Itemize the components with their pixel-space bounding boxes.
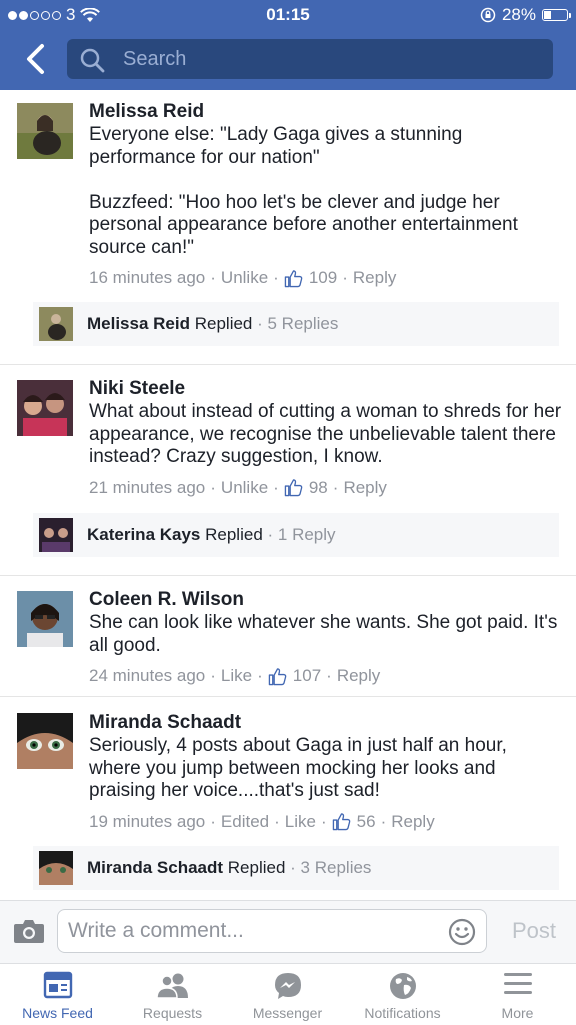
friend-requests-icon: [155, 973, 188, 999]
avatar[interactable]: [17, 103, 73, 159]
tab-notifications[interactable]: Notifications: [345, 964, 460, 1025]
bottom-tab-bar: News Feed Requests Messenger Notificatio…: [0, 963, 576, 1024]
divider: [0, 696, 576, 697]
menu-icon: [503, 973, 532, 994]
reply-avatar: [39, 307, 73, 341]
comment-author[interactable]: Miranda Schaadt: [89, 712, 562, 734]
edited-label[interactable]: Edited: [221, 812, 269, 832]
avatar[interactable]: [17, 591, 73, 647]
like-count[interactable]: 56: [357, 812, 376, 832]
battery-percent: 28%: [501, 5, 536, 24]
like-thumb-icon: [284, 269, 303, 287]
comment-text: Seriously, 4 posts about Gaga in just ha…: [89, 735, 507, 801]
comment-input-box[interactable]: [57, 909, 487, 953]
avatar[interactable]: [17, 713, 73, 769]
reply-author: Katerina Kays: [87, 525, 201, 544]
tab-label: News Feed: [22, 1005, 93, 1021]
reply-count: 5 Replies: [267, 314, 339, 333]
reply-summary-text: Katerina Kays Replied: [87, 525, 263, 545]
reply-summary-text: Melissa Reid Replied: [87, 314, 252, 334]
reply-action: Replied: [194, 314, 253, 333]
reply-avatar: [39, 851, 73, 885]
comment-timestamp: 24 minutes ago: [89, 666, 206, 685]
battery-status: 28%: [480, 5, 571, 25]
like-thumb-icon: [268, 667, 287, 685]
chevron-left-icon: [27, 44, 44, 74]
orientation-lock-icon: [480, 7, 496, 23]
post-button[interactable]: Post: [512, 918, 556, 944]
comment-input[interactable]: [68, 910, 438, 952]
like-link[interactable]: Like: [285, 812, 316, 832]
reply-link[interactable]: Reply: [353, 268, 396, 288]
status-bar: 3 01:15 28%: [0, 0, 576, 30]
replies-summary[interactable]: Melissa Reid Replied · 5 Replies: [33, 302, 559, 346]
top-header: 3 01:15 28%: [0, 0, 576, 90]
search-icon: [80, 48, 105, 73]
reply-avatar: [39, 518, 73, 552]
reply-link[interactable]: Reply: [391, 812, 434, 832]
reply-count-wrap: · 3 Replies: [285, 858, 372, 877]
comment-meta: 16 minutes ago · Unlike · 109 · Reply: [89, 268, 397, 288]
like-count[interactable]: 107: [293, 666, 321, 686]
comment-meta: 21 minutes ago · Unlike · 98 · Reply: [89, 477, 387, 498]
avatar[interactable]: [17, 380, 73, 436]
tab-label: Notifications: [364, 1005, 441, 1021]
tab-label: Requests: [142, 1005, 203, 1021]
divider: [0, 364, 576, 365]
reply-count: 1 Reply: [277, 525, 336, 544]
unlike-link[interactable]: Unlike: [221, 268, 268, 288]
tab-more[interactable]: More: [460, 964, 575, 1025]
like-count[interactable]: 109: [309, 268, 337, 288]
divider: [0, 575, 576, 576]
comment-timestamp: 19 minutes ago: [89, 811, 206, 831]
reply-count-wrap: · 5 Replies: [252, 314, 339, 333]
comment-timestamp: 16 minutes ago: [89, 268, 206, 287]
replies-summary[interactable]: Katerina Kays Replied · 1 Reply: [33, 513, 559, 557]
like-thumb-icon: [332, 813, 350, 831]
like-count[interactable]: 98: [309, 478, 328, 498]
battery-icon: [542, 9, 571, 21]
tab-messenger[interactable]: Messenger: [230, 964, 345, 1025]
battery-level: [544, 11, 551, 19]
like-thumb-icon: [284, 479, 303, 497]
tab-label: More: [501, 1005, 534, 1021]
comment-meta: 19 minutes ago · Edited · Like · 56 · Re…: [89, 811, 435, 832]
reply-link[interactable]: Reply: [337, 666, 380, 686]
tab-label: Messenger: [252, 1005, 323, 1021]
reply-count-wrap: · 1 Reply: [262, 525, 336, 544]
tab-news-feed[interactable]: News Feed: [0, 964, 115, 1025]
search-bar[interactable]: [67, 39, 553, 79]
comment-author[interactable]: Niki Steele: [89, 378, 562, 400]
tab-requests[interactable]: Requests: [115, 964, 230, 1025]
reply-action: Replied: [227, 858, 286, 877]
globe-icon: [389, 973, 416, 999]
comment-author[interactable]: Melissa Reid: [89, 101, 562, 123]
comment-timestamp: 21 minutes ago: [89, 477, 206, 497]
comment-text: Everyone else: "Lady Gaga gives a stunni…: [89, 124, 518, 258]
reply-author: Melissa Reid: [87, 314, 190, 333]
emoji-icon[interactable]: [448, 918, 476, 946]
comment-meta: 24 minutes ago · Like · 107 · Reply: [89, 666, 381, 686]
reply-count: 3 Replies: [300, 858, 372, 877]
replies-summary[interactable]: Miranda Schaadt Replied · 3 Replies: [33, 846, 559, 890]
reply-summary-text: Miranda Schaadt Replied: [87, 858, 285, 878]
comment-author[interactable]: Coleen R. Wilson: [89, 589, 562, 611]
like-link[interactable]: Like: [221, 666, 252, 686]
reply-action: Replied: [205, 525, 263, 544]
camera-icon[interactable]: [13, 918, 45, 944]
unlike-link[interactable]: Unlike: [221, 478, 268, 498]
back-button[interactable]: [22, 42, 52, 76]
search-input[interactable]: [123, 39, 543, 79]
comment-text: She can look like whatever she wants. Sh…: [89, 612, 558, 656]
news-feed-icon: [43, 971, 72, 999]
comment-composer: Post: [0, 900, 576, 964]
messenger-icon: [274, 973, 301, 999]
comment-text: What about instead of cutting a woman to…: [89, 401, 562, 467]
reply-author: Miranda Schaadt: [87, 858, 224, 877]
reply-link[interactable]: Reply: [343, 478, 386, 498]
